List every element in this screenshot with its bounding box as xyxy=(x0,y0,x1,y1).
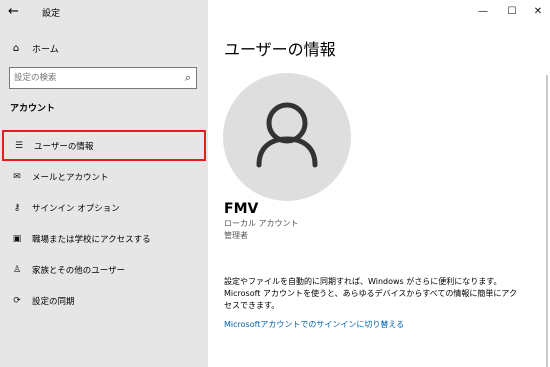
avatar xyxy=(223,73,351,201)
sidebar: ← 設定 ⌂ ホーム ⌕ アカウント ☰ ユーザーの情報 ✉ メールとアカウント… xyxy=(0,0,208,367)
account-type: ローカル アカウント xyxy=(224,219,299,228)
sidebar-item-label: ユーザーの情報 xyxy=(34,141,94,152)
sidebar-item-label: 職場または学校にアクセスする xyxy=(32,234,151,245)
switch-to-microsoft-account-link[interactable]: Microsoftアカウントでのサインインに切り替える xyxy=(224,319,404,330)
minimize-button[interactable]: — xyxy=(472,4,494,20)
sidebar-item-signin-options[interactable]: ⚷ サインイン オプション xyxy=(0,192,208,223)
search-input[interactable] xyxy=(14,71,174,85)
settings-window: ← 設定 ⌂ ホーム ⌕ アカウント ☰ ユーザーの情報 ✉ メールとアカウント… xyxy=(0,0,550,367)
sidebar-item-label: 家族とその他のユーザー xyxy=(32,265,126,276)
person-add-icon: ♙ xyxy=(12,264,22,275)
sidebar-item-label: 設定の同期 xyxy=(32,296,75,307)
user-info-icon: ☰ xyxy=(14,140,24,151)
sidebar-item-label: サインイン オプション xyxy=(32,203,120,214)
scrollbar[interactable] xyxy=(546,75,548,367)
sidebar-item-user-info[interactable]: ☰ ユーザーの情報 xyxy=(2,130,206,161)
home-label: ホーム xyxy=(32,44,59,55)
section-label: アカウント xyxy=(10,104,56,114)
home-icon: ⌂ xyxy=(12,42,20,54)
sync-icon: ⟳ xyxy=(13,295,21,306)
app-title: 設定 xyxy=(42,9,61,19)
back-arrow-icon[interactable]: ← xyxy=(8,4,26,20)
main-panel: — ☐ ✕ ユーザーの情報 FMV ローカル アカウント 管理者 設定やファイル… xyxy=(208,0,550,367)
sync-info-text: 設定やファイルを自動的に同期すれば、Windows がさらに便利になります。Mi… xyxy=(224,277,517,310)
sidebar-item-work-school[interactable]: ▣ 職場または学校にアクセスする xyxy=(0,223,208,254)
key-icon: ⚷ xyxy=(13,202,21,213)
sidebar-item-mail-accounts[interactable]: ✉ メールとアカウント xyxy=(0,161,208,192)
account-role: 管理者 xyxy=(224,231,248,240)
search-box: ⌕ xyxy=(9,67,197,89)
titlebar-left: ← 設定 xyxy=(0,0,208,26)
close-button[interactable]: ✕ xyxy=(527,4,549,20)
sidebar-item-label: メールとアカウント xyxy=(32,172,109,183)
briefcase-icon: ▣ xyxy=(12,233,22,244)
search-icon[interactable]: ⌕ xyxy=(185,71,191,85)
sidebar-item-sync[interactable]: ⟳ 設定の同期 xyxy=(0,285,208,316)
sidebar-item-family-users[interactable]: ♙ 家族とその他のユーザー xyxy=(0,254,208,285)
user-silhouette-icon xyxy=(256,102,318,168)
titlebar-right: — ☐ ✕ xyxy=(208,0,550,26)
page-title: ユーザーの情報 xyxy=(224,40,336,59)
sidebar-item-home[interactable]: ⌂ ホーム xyxy=(8,38,198,58)
mail-icon: ✉ xyxy=(13,171,21,182)
maximize-button[interactable]: ☐ xyxy=(501,4,523,20)
user-name: FMV xyxy=(224,201,259,217)
